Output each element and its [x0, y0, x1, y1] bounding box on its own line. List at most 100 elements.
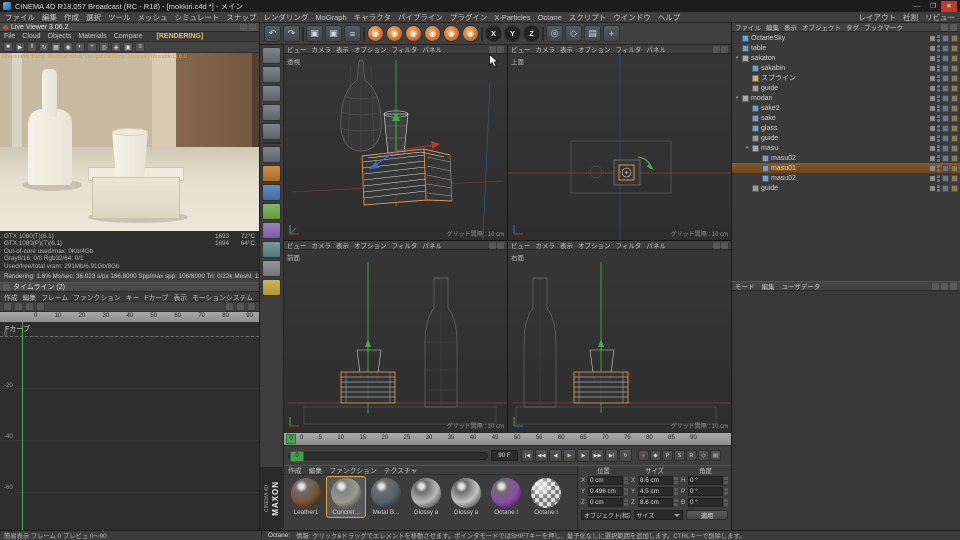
restart-render-icon[interactable]: ▶: [15, 42, 25, 52]
last-tool-button[interactable]: [262, 123, 281, 140]
playhead-marker[interactable]: 0: [286, 434, 296, 444]
octane-settings-icon[interactable]: ◉: [462, 25, 479, 42]
tag-icon[interactable]: [951, 94, 958, 102]
tag-icon[interactable]: [942, 84, 949, 92]
toolbar-separator[interactable]: [302, 26, 304, 41]
material-item[interactable]: Concret...: [326, 476, 366, 518]
spinner-arrows[interactable]: [724, 477, 728, 484]
modeling-axis-button[interactable]: +: [603, 25, 620, 42]
tag-icon[interactable]: [942, 164, 949, 172]
focus-pick-icon[interactable]: ◉: [63, 42, 73, 52]
scale-tool[interactable]: [262, 85, 281, 102]
toolbar-separator[interactable]: [363, 26, 365, 41]
layer-color-chip[interactable]: [930, 35, 935, 41]
zoom-fit-icon[interactable]: [225, 302, 234, 311]
filter-icon[interactable]: [950, 23, 957, 31]
spinner-arrows[interactable]: [724, 499, 728, 506]
record-keyframe-button[interactable]: ●: [638, 450, 649, 461]
reset-render-icon[interactable]: ↻: [39, 42, 49, 52]
tag-icon[interactable]: [951, 154, 958, 162]
object-manager-menu-item[interactable]: オブジェクト: [802, 22, 841, 32]
render-preview-image[interactable]: CheckIdms,10ms, MeshGeo0ms, LivUpdt1M10m…: [0, 53, 259, 231]
octane-scene-icon[interactable]: ◉: [386, 25, 403, 42]
viewport-menu-item[interactable]: パネル: [422, 44, 442, 54]
floor-button[interactable]: [262, 241, 281, 258]
position-value-input[interactable]: 0 cm: [588, 498, 623, 507]
menu-item[interactable]: スナップ: [226, 12, 256, 23]
viewport-menu-item[interactable]: 表示: [560, 44, 573, 54]
visibility-dots[interactable]: [937, 124, 940, 132]
spinner-arrows[interactable]: [674, 499, 678, 506]
menu-item[interactable]: X-Particles: [494, 13, 530, 22]
snap-button[interactable]: ◇: [565, 25, 582, 42]
tag-icon[interactable]: [942, 124, 949, 132]
position-field[interactable]: Y 0.496 cm: [581, 486, 628, 497]
rotation-field[interactable]: P 0 °: [681, 486, 728, 497]
record-scale-button[interactable]: S: [674, 450, 685, 461]
tag-icon[interactable]: [951, 124, 958, 132]
menu-item[interactable]: メッシュ: [138, 12, 168, 23]
size-value-input[interactable]: 8.6 cm: [638, 476, 673, 485]
live-viewer-menu-item[interactable]: Objects: [48, 33, 72, 40]
tag-icon[interactable]: [951, 164, 958, 172]
end-frame-field[interactable]: 90 F: [491, 450, 518, 461]
palette-separator[interactable]: [262, 142, 281, 144]
layer-color-chip[interactable]: [930, 115, 935, 121]
next-frame-button[interactable]: ▶: [577, 449, 590, 462]
viewport-swap-icon[interactable]: [713, 45, 720, 53]
undo-icon[interactable]: ↶: [264, 25, 281, 42]
live-viewer-menu-item[interactable]: File: [4, 33, 15, 40]
tag-icon[interactable]: [942, 114, 949, 122]
tag-icon[interactable]: [942, 54, 949, 62]
viewport-maximize-icon[interactable]: [497, 45, 504, 53]
minimize-button[interactable]: —: [909, 1, 925, 12]
menu-item[interactable]: Octane: [538, 13, 562, 22]
render-region-icon[interactable]: ▣: [325, 25, 342, 42]
position-field[interactable]: X 0 cm: [581, 475, 628, 486]
tag-icon[interactable]: [942, 154, 949, 162]
power-slider[interactable]: 0: [288, 450, 488, 462]
material-item[interactable]: Glossy a: [447, 477, 485, 517]
visibility-dots[interactable]: [937, 104, 940, 112]
viewport-menu-item[interactable]: フィルタ: [616, 240, 642, 250]
stop-render-icon[interactable]: ■: [3, 42, 13, 52]
record-position-button[interactable]: P: [662, 450, 673, 461]
visibility-dots[interactable]: [937, 84, 940, 92]
attribute-menu-item[interactable]: ユーザデータ: [782, 281, 821, 291]
render-view-icon[interactable]: ▣: [306, 25, 323, 42]
rotation-value-input[interactable]: 0 °: [688, 476, 723, 485]
octane-environment-icon[interactable]: ◉: [424, 25, 441, 42]
loop-button[interactable]: ↻: [619, 449, 632, 462]
menu-item[interactable]: ウインドウ: [613, 12, 651, 23]
visibility-dots[interactable]: [937, 94, 940, 102]
tag-icon[interactable]: [951, 174, 958, 182]
position-field[interactable]: Z 0 cm: [581, 497, 628, 508]
viewport-menu-item[interactable]: ビュー: [287, 240, 307, 250]
viewport-menu-item[interactable]: フィルタ: [392, 44, 418, 54]
viewport-maximize-icon[interactable]: [497, 241, 504, 249]
object-row[interactable]: sake2: [732, 103, 960, 113]
goto-end-button[interactable]: ▶|: [605, 449, 618, 462]
close-button[interactable]: ✕: [941, 0, 957, 12]
current-frame-knob[interactable]: 0: [290, 450, 304, 462]
material-menu-item[interactable]: テクスチャ: [384, 465, 418, 475]
spinner-arrows[interactable]: [624, 477, 628, 484]
menu-item[interactable]: ファイル: [5, 12, 35, 23]
attribute-menu-item[interactable]: モード: [735, 281, 755, 291]
viewport-menu-item[interactable]: カメラ: [536, 240, 556, 250]
lock-icon[interactable]: [950, 282, 957, 290]
maximize-button[interactable]: ❐: [925, 1, 941, 12]
object-row[interactable]: guide: [732, 133, 960, 143]
tag-icon[interactable]: [942, 174, 949, 182]
animation-ruler[interactable]: 0 0 5 10 15 20 25 30 35 40 45 50 55 60 65 70 75 80 85 90: [284, 432, 731, 445]
visibility-dots[interactable]: [937, 44, 940, 52]
viewport-menu-item[interactable]: パネル: [422, 240, 442, 250]
axis-x-button[interactable]: X: [485, 25, 502, 42]
octane-camera-icon[interactable]: ◉: [405, 25, 422, 42]
settings-icon[interactable]: ≡: [135, 42, 145, 52]
octane-material-icon[interactable]: ◉: [443, 25, 460, 42]
viewport-top[interactable]: ビュー カメラ 表示 オプション フィルタ パネル 上面 グリッド間隔: 10…: [508, 45, 731, 240]
visibility-dots[interactable]: [937, 154, 940, 162]
workplane-button[interactable]: ▤: [584, 25, 601, 42]
layer-color-chip[interactable]: [930, 55, 935, 61]
